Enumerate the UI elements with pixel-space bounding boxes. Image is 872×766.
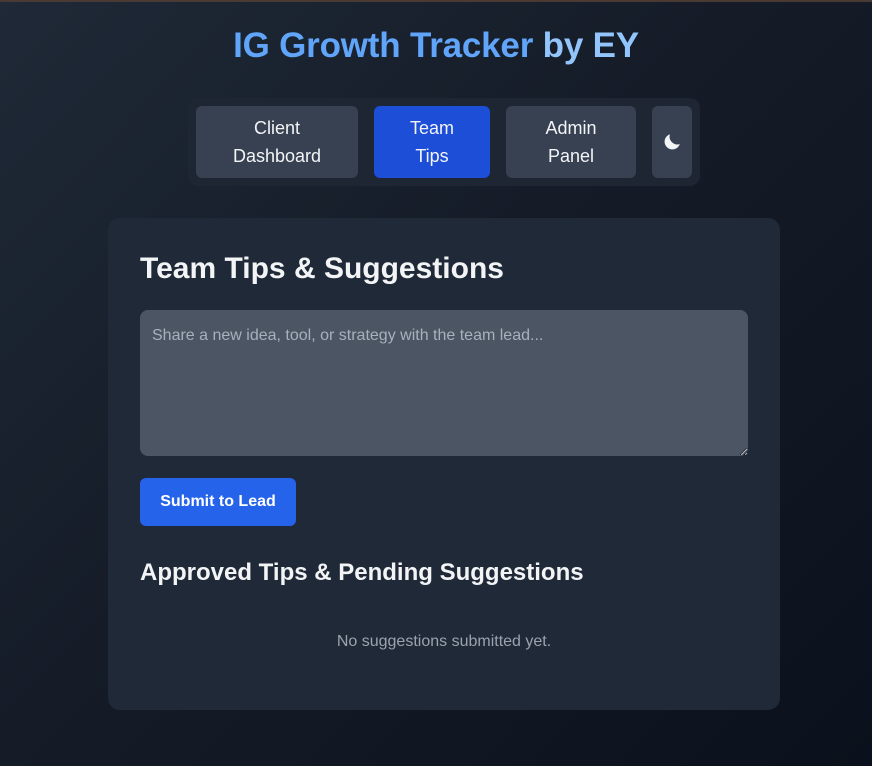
theme-toggle-button[interactable] xyxy=(652,106,692,178)
suggestions-list-heading: Approved Tips & Pending Suggestions xyxy=(140,559,584,586)
main-nav: Client Dashboard Team Tips Admin Panel xyxy=(188,98,700,186)
tab-client-dashboard[interactable]: Client Dashboard xyxy=(196,106,358,178)
submit-to-lead-button[interactable]: Submit to Lead xyxy=(140,478,296,526)
suggestion-textarea[interactable] xyxy=(140,310,748,456)
tab-admin-panel-label: Admin Panel xyxy=(545,118,597,166)
moon-icon xyxy=(664,134,680,150)
top-edge-strip xyxy=(0,0,872,2)
tab-admin-panel[interactable]: Admin Panel xyxy=(506,106,636,178)
app-title: IG Growth Tracker by EY xyxy=(0,26,872,66)
team-tips-card: Team Tips & Suggestions Submit to Lead A… xyxy=(108,218,780,710)
empty-suggestions-message: No suggestions submitted yet. xyxy=(336,633,552,650)
tab-team-tips-label: Team Tips xyxy=(409,118,454,166)
card-title: Team Tips & Suggestions xyxy=(140,252,504,285)
app-title-main: IG Growth Tracker xyxy=(233,26,534,65)
tab-team-tips[interactable]: Team Tips xyxy=(374,106,490,178)
tab-client-dashboard-label: Client Dashboard xyxy=(232,118,322,166)
app-title-suffix: by EY xyxy=(533,26,639,65)
